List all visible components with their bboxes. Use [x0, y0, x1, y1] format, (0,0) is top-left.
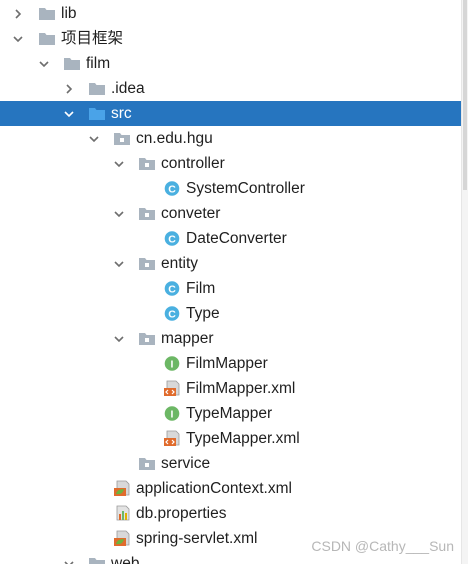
package-icon [138, 155, 156, 172]
chevron-down-icon[interactable] [111, 251, 127, 276]
tree-item-film[interactable]: film [0, 51, 462, 76]
tree-item-mapper[interactable]: mapper [0, 326, 462, 351]
interface-icon: I [163, 405, 181, 422]
tree-item-label: applicationContext.xml [136, 480, 292, 497]
svg-text:C: C [168, 309, 176, 321]
tree-item-src[interactable]: src [0, 101, 462, 126]
tree-item-film-class[interactable]: C Film [0, 276, 462, 301]
tree-item-label: film [86, 55, 111, 72]
tree-item-application-context[interactable]: applicationContext.xml [0, 476, 462, 501]
folder-icon [63, 55, 81, 72]
chevron-down-icon[interactable] [36, 51, 52, 76]
tree-item-label: SystemController [186, 180, 305, 197]
svg-text:C: C [168, 184, 176, 196]
folder-icon [38, 5, 56, 22]
tree-item-film-mapper[interactable]: I FilmMapper [0, 351, 462, 376]
tree-item-label: Type [186, 305, 220, 322]
package-icon [138, 330, 156, 347]
chevron-right-icon[interactable] [61, 76, 77, 101]
vertical-scrollbar[interactable] [461, 0, 468, 564]
tree-item-label: entity [161, 255, 199, 272]
tree-item-label: service [161, 455, 211, 472]
tree-item-idea[interactable]: .idea [0, 76, 462, 101]
package-icon [138, 205, 156, 222]
tree-item-label: FilmMapper [186, 355, 268, 372]
tree-item-label: 项目框架 [61, 30, 124, 47]
tree-item-label: mapper [161, 330, 214, 347]
tree-item-label: lib [61, 5, 77, 22]
source-folder-icon [88, 105, 106, 122]
tree-item-label: DateConverter [186, 230, 287, 247]
svg-text:I: I [171, 359, 174, 371]
svg-text:I: I [171, 409, 174, 421]
chevron-down-icon[interactable] [111, 326, 127, 351]
class-icon: C [163, 305, 181, 322]
xml-file-icon [163, 380, 181, 397]
tree-item-lib[interactable]: lib [0, 1, 462, 26]
tree-item-film-mapper-xml[interactable]: FilmMapper.xml [0, 376, 462, 401]
chevron-down-icon[interactable] [61, 551, 77, 564]
folder-icon [88, 80, 106, 97]
properties-file-icon [113, 505, 131, 522]
package-icon [138, 455, 156, 472]
tree-item-service[interactable]: service [0, 451, 462, 476]
tree-item-entity[interactable]: entity [0, 251, 462, 276]
tree-item-package[interactable]: cn.edu.hgu [0, 126, 462, 151]
class-icon: C [163, 180, 181, 197]
tree-item-label: web [111, 555, 140, 564]
class-icon: C [163, 280, 181, 297]
tree-item-controller[interactable]: controller [0, 151, 462, 176]
tree-item-project[interactable]: 项目框架 [0, 26, 462, 51]
tree-item-type-mapper-xml[interactable]: TypeMapper.xml [0, 426, 462, 451]
tree-item-type-mapper[interactable]: I TypeMapper [0, 401, 462, 426]
tree-item-label: TypeMapper [186, 405, 273, 422]
tree-item-system-controller[interactable]: C SystemController [0, 176, 462, 201]
folder-icon [38, 30, 56, 47]
xml-file-icon [163, 430, 181, 447]
svg-text:C: C [168, 234, 176, 246]
svg-text:C: C [168, 284, 176, 296]
folder-icon [88, 555, 106, 564]
chevron-down-icon[interactable] [111, 201, 127, 226]
chevron-down-icon[interactable] [10, 26, 26, 51]
chevron-down-icon[interactable] [61, 101, 77, 126]
chevron-down-icon[interactable] [86, 126, 102, 151]
project-tree: lib 项目框架 film .idea src cn.edu.hgu contr… [0, 0, 462, 564]
tree-item-label: conveter [161, 205, 221, 222]
tree-item-label: controller [161, 155, 225, 172]
interface-icon: I [163, 355, 181, 372]
class-icon: C [163, 230, 181, 247]
spring-xml-icon [113, 530, 131, 547]
package-icon [113, 130, 131, 147]
tree-item-conveter[interactable]: conveter [0, 201, 462, 226]
scrollbar-thumb[interactable] [463, 0, 467, 190]
watermark: CSDN @Cathy___Sun [311, 538, 454, 554]
spring-xml-icon [113, 480, 131, 497]
tree-item-label: FilmMapper.xml [186, 380, 296, 397]
tree-item-label: db.properties [136, 505, 227, 522]
tree-item-date-converter[interactable]: C DateConverter [0, 226, 462, 251]
chevron-right-icon[interactable] [10, 1, 26, 26]
package-icon [138, 255, 156, 272]
tree-item-label: Film [186, 280, 216, 297]
tree-item-label: spring-servlet.xml [136, 530, 258, 547]
tree-item-label: cn.edu.hgu [136, 130, 213, 147]
tree-item-label: TypeMapper.xml [186, 430, 300, 447]
tree-item-type-class[interactable]: C Type [0, 301, 462, 326]
chevron-down-icon[interactable] [111, 151, 127, 176]
tree-item-label: src [111, 105, 132, 122]
tree-item-db-properties[interactable]: db.properties [0, 501, 462, 526]
tree-item-label: .idea [111, 80, 145, 97]
